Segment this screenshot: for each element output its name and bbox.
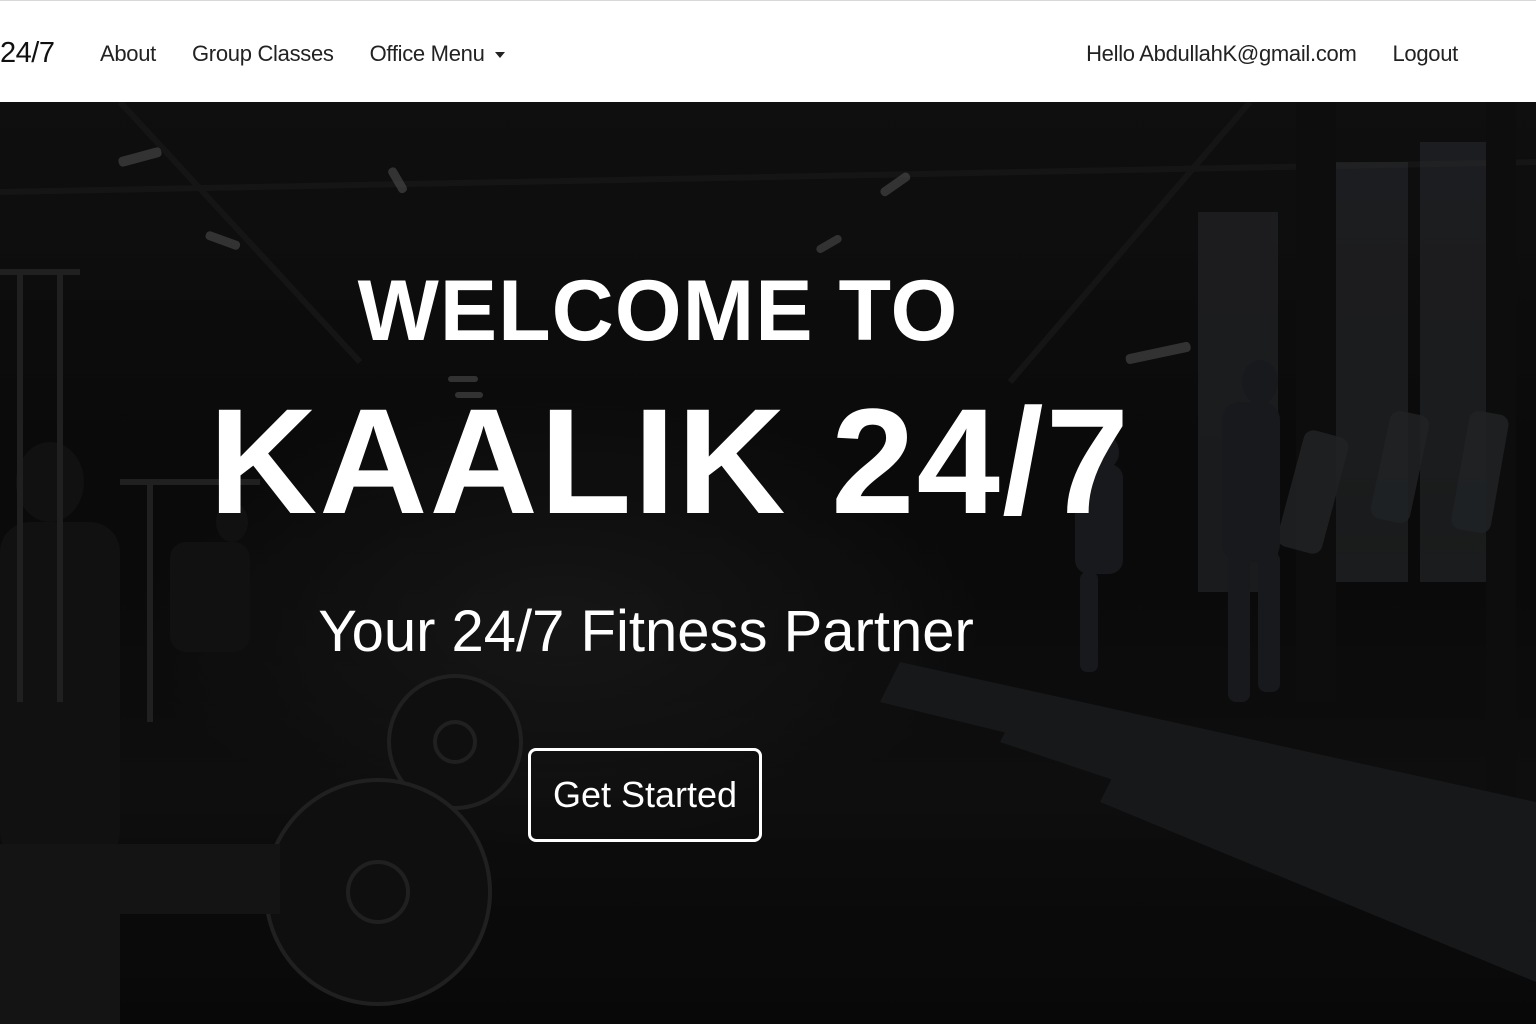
nav-dropdown-office-menu[interactable]: Office Menu (370, 41, 505, 67)
nav-link-about[interactable]: About (100, 41, 156, 67)
brand-logo[interactable]: 24/7 (0, 37, 55, 70)
user-greeting: Hello AbdullahK@gmail.com (1086, 41, 1357, 66)
caret-down-icon (494, 52, 505, 58)
top-navbar: 24/7 About Group Classes Office Menu Hel… (0, 0, 1536, 102)
hero-section: WELCOME TO KAALIK 24/7 Your 24/7 Fitness… (0, 102, 1536, 1024)
hero-title-line1: WELCOME TO (357, 263, 959, 359)
hero-subtitle: Your 24/7 Fitness Partner (318, 599, 974, 664)
hero-title-line2: KAALIK 24/7 (208, 377, 1132, 545)
nav-user-area: Hello AbdullahK@gmail.com Logout (1086, 41, 1458, 67)
nav-links: About Group Classes Office Menu (100, 41, 505, 67)
gym-background-image (0, 102, 1536, 1024)
nav-link-group-classes[interactable]: Group Classes (192, 41, 334, 67)
get-started-button[interactable]: Get Started (528, 748, 762, 842)
logout-link[interactable]: Logout (1393, 41, 1459, 67)
nav-dropdown-label: Office Menu (369, 41, 485, 66)
